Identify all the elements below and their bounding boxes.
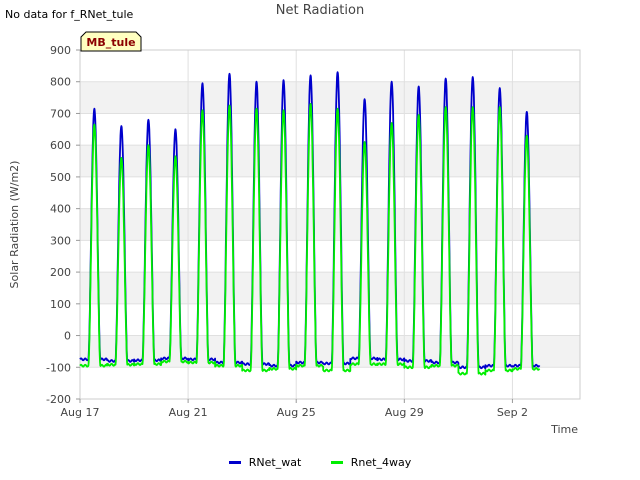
x-tick-label: Aug 25	[277, 406, 316, 419]
plot-band	[80, 208, 580, 241]
plot-band	[80, 81, 580, 114]
y-tick-label: 0	[64, 330, 71, 343]
plot-band	[80, 367, 580, 399]
x-tick-label: Aug 21	[169, 406, 208, 419]
y-tick-label: 100	[50, 298, 71, 311]
y-tick-label: 400	[50, 203, 71, 216]
legend-label-rnet-4way: Rnet_4way	[350, 456, 412, 469]
y-tick-label: 900	[50, 44, 71, 57]
plot-band	[80, 145, 580, 177]
plot-band	[80, 50, 580, 82]
y-tick-label: -100	[46, 361, 71, 374]
y-tick-label: 700	[50, 107, 71, 120]
plot-band	[80, 176, 580, 209]
y-tick-label: 600	[50, 139, 71, 152]
y-tick-label: 300	[50, 234, 71, 247]
y-axis-ticks: -200 -100 0 100 200 300 400 500 600 700 800 900	[46, 44, 80, 406]
legend-item-rnet-wat: RNet_wat	[228, 456, 302, 469]
x-axis-ticks: Aug 17 Aug 21 Aug 25 Aug 29 Sep 2	[61, 399, 528, 419]
x-tick-label: Aug 29	[385, 406, 424, 419]
y-tick-label: 200	[50, 266, 71, 279]
x-tick-label: Aug 17	[61, 406, 100, 419]
plot-band	[80, 240, 580, 273]
y-tick-label: -200	[46, 393, 71, 406]
y-axis-label: Solar Radiation (W/m2)	[8, 161, 21, 289]
legend-swatch-rnet-4way	[330, 461, 343, 464]
legend-label-rnet-wat: RNet_wat	[248, 456, 302, 469]
chart-legend: RNet_wat Rnet_4way	[0, 454, 640, 469]
annotation-label: MB_tule	[86, 36, 135, 49]
legend-swatch-rnet-wat	[228, 461, 241, 464]
y-tick-label: 800	[50, 76, 71, 89]
legend-item-rnet-4way: Rnet_4way	[330, 456, 412, 469]
x-axis-label: Time	[550, 423, 578, 436]
x-tick-label: Sep 2	[497, 406, 528, 419]
net-radiation-chart: -200 -100 0 100 200 300 400 500 600 700 800 900 Aug…	[8, 31, 581, 436]
y-tick-label: 500	[50, 171, 71, 184]
plot-band	[80, 113, 580, 146]
site-annotation: MB_tule	[80, 31, 142, 52]
